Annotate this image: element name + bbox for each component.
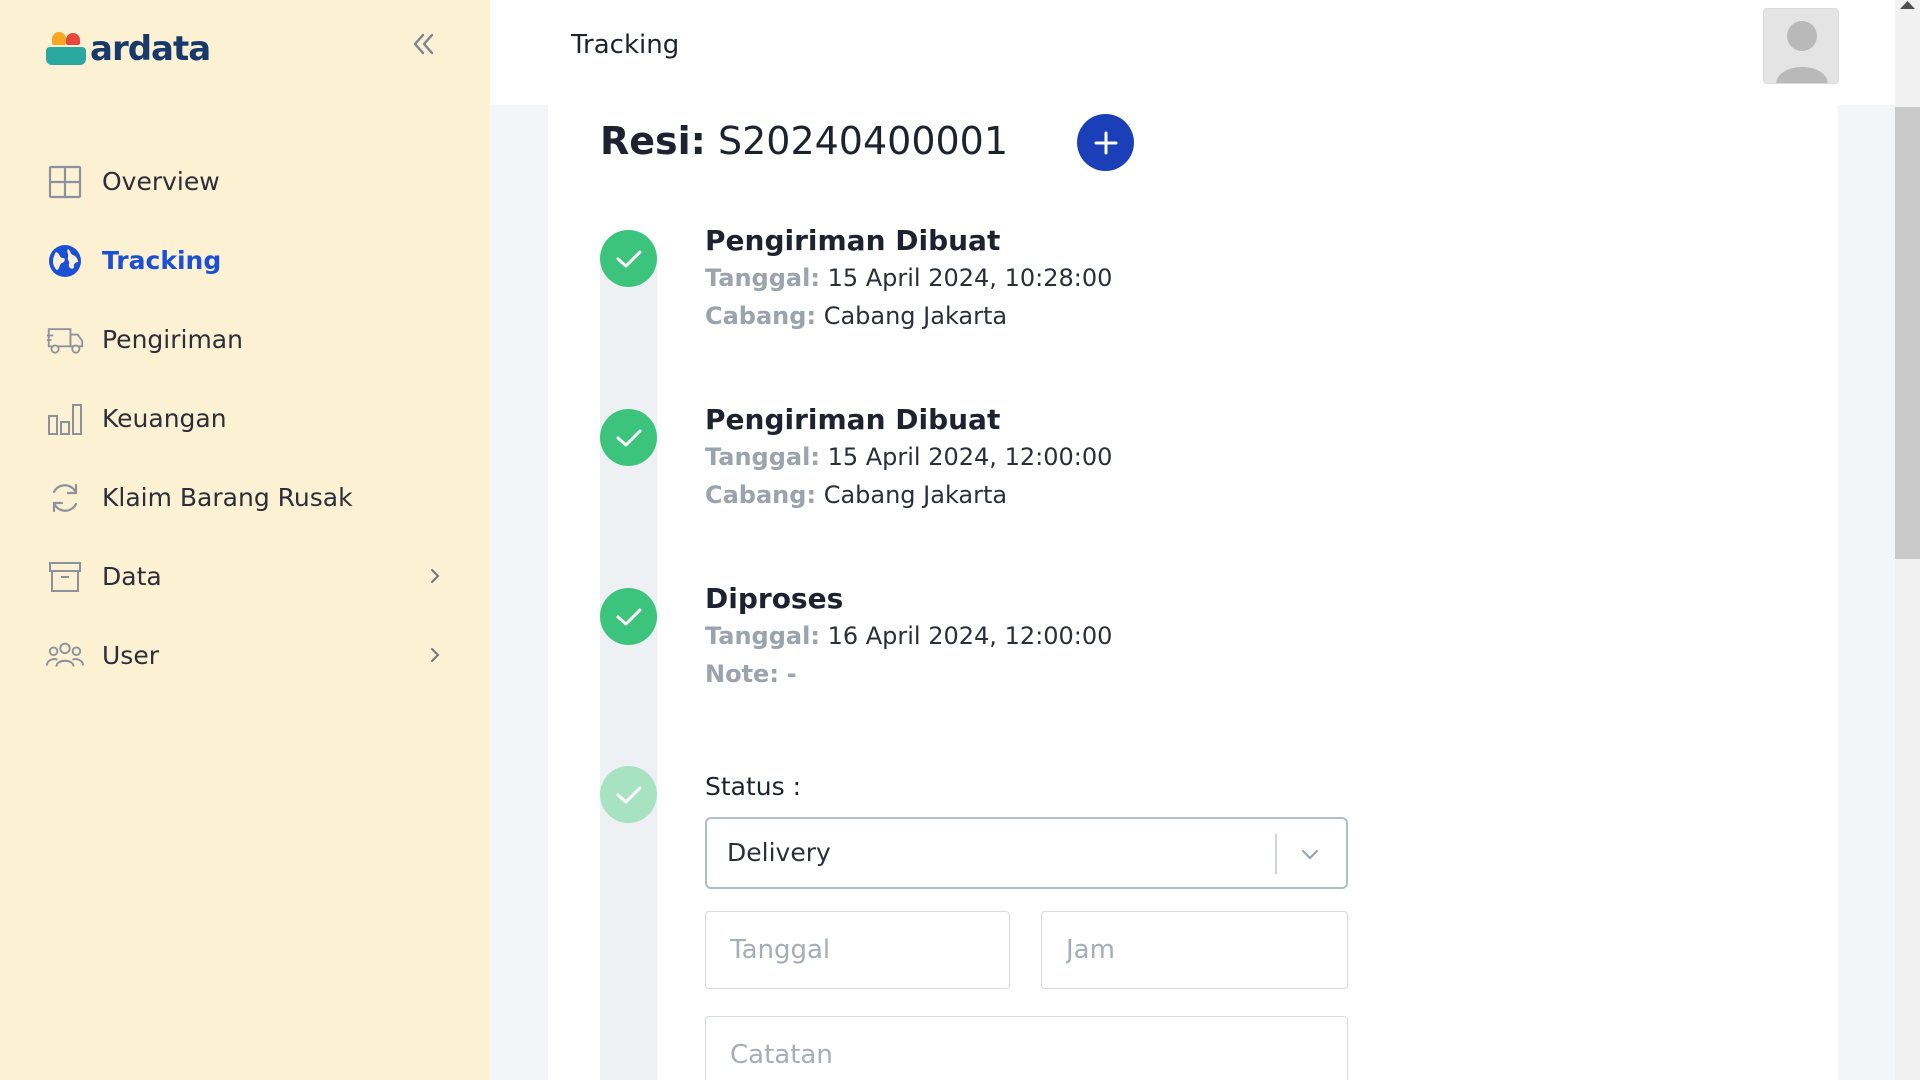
sidebar: ardata Overview Tracking Pengiriman Keua… <box>0 0 490 1080</box>
top-header: Tracking <box>490 0 1895 105</box>
sidebar-item-overview[interactable]: Overview <box>0 142 490 221</box>
sidebar-item-tracking[interactable]: Tracking <box>0 221 490 300</box>
sidebar-item-data[interactable]: Data <box>0 537 490 616</box>
sidebar-item-label: Pengiriman <box>102 325 243 354</box>
timeline-pending-dot <box>600 766 657 823</box>
tracking-card: Resi: S20240400001 Pengiriman Dibuat Tan… <box>548 105 1838 1080</box>
sidebar-item-pengiriman[interactable]: Pengiriman <box>0 300 490 379</box>
select-separator <box>1275 834 1277 874</box>
plus-icon <box>1094 131 1117 154</box>
add-status-button[interactable] <box>1077 114 1134 171</box>
truck-icon <box>46 321 84 359</box>
resi-heading: Resi: S20240400001 <box>600 113 1008 169</box>
timeline-track <box>600 230 657 1080</box>
timeline-event: Pengiriman Dibuat Tanggal: 15 April 2024… <box>705 402 1112 514</box>
page-title: Tracking <box>571 30 680 60</box>
chevron-right-icon <box>431 648 440 662</box>
brand-name: ardata <box>90 29 211 69</box>
sidebar-item-klaim-barang-rusak[interactable]: Klaim Barang Rusak <box>0 458 490 537</box>
sidebar-item-label: Tracking <box>102 246 222 275</box>
check-icon <box>616 429 641 446</box>
sidebar-item-label: Overview <box>102 167 220 196</box>
sidebar-item-user[interactable]: User <box>0 616 490 695</box>
bar-chart-icon <box>46 400 84 438</box>
status-label: Status : <box>705 772 802 801</box>
status-selected-value: Delivery <box>727 838 831 867</box>
brand-logo[interactable]: ardata <box>46 26 211 69</box>
status-select[interactable]: Delivery <box>705 817 1348 889</box>
event-title: Pengiriman Dibuat <box>705 224 1001 257</box>
user-avatar-icon <box>1764 9 1838 83</box>
sidebar-item-label: Data <box>102 562 162 591</box>
grid-icon <box>46 163 84 201</box>
event-title: Diproses <box>705 582 844 615</box>
sidebar-item-keuangan[interactable]: Keuangan <box>0 379 490 458</box>
scrollbar-thumb[interactable] <box>1895 107 1920 559</box>
event-date: Tanggal: 16 April 2024, 12:00:00 <box>705 622 1113 650</box>
collapse-sidebar-button[interactable] <box>405 26 441 62</box>
scroll-up-arrow-icon[interactable] <box>1899 0 1916 10</box>
timeline-done-dot <box>600 409 657 466</box>
chevron-right-icon <box>431 569 440 583</box>
check-icon <box>616 786 641 803</box>
sidebar-item-label: User <box>102 641 159 670</box>
note-input[interactable] <box>705 1016 1348 1080</box>
refresh-icon <box>46 479 84 517</box>
event-date: Tanggal: 15 April 2024, 10:28:00 <box>705 264 1113 292</box>
date-input[interactable] <box>705 911 1010 989</box>
event-title: Pengiriman Dibuat <box>705 403 1001 436</box>
event-date: Tanggal: 15 April 2024, 12:00:00 <box>705 443 1113 471</box>
resi-label: Resi: <box>600 119 706 163</box>
sidebar-item-label: Klaim Barang Rusak <box>102 483 353 512</box>
event-branch: Cabang: Cabang Jakarta <box>705 302 1008 330</box>
timeline-event: Diproses Tanggal: 16 April 2024, 12:00:0… <box>705 581 1112 693</box>
check-icon <box>616 608 641 625</box>
timeline-done-dot <box>600 230 657 287</box>
chevron-down-icon[interactable] <box>1297 841 1323 867</box>
timeline-done-dot <box>600 588 657 645</box>
time-input[interactable] <box>1041 911 1348 989</box>
event-note: Note: - <box>705 660 797 688</box>
timeline-event: Pengiriman Dibuat Tanggal: 15 April 2024… <box>705 223 1112 335</box>
event-branch: Cabang: Cabang Jakarta <box>705 481 1008 509</box>
page-scrollbar[interactable] <box>1895 0 1920 1080</box>
users-icon <box>46 637 84 675</box>
avatar[interactable] <box>1763 8 1839 84</box>
sidebar-item-label: Keuangan <box>102 404 227 433</box>
archive-icon <box>46 558 84 596</box>
resi-number: S20240400001 <box>717 119 1009 163</box>
logo-mark-icon <box>46 32 88 66</box>
globe-icon <box>46 242 84 280</box>
double-chevron-left-icon <box>413 33 434 55</box>
check-icon <box>616 250 641 267</box>
